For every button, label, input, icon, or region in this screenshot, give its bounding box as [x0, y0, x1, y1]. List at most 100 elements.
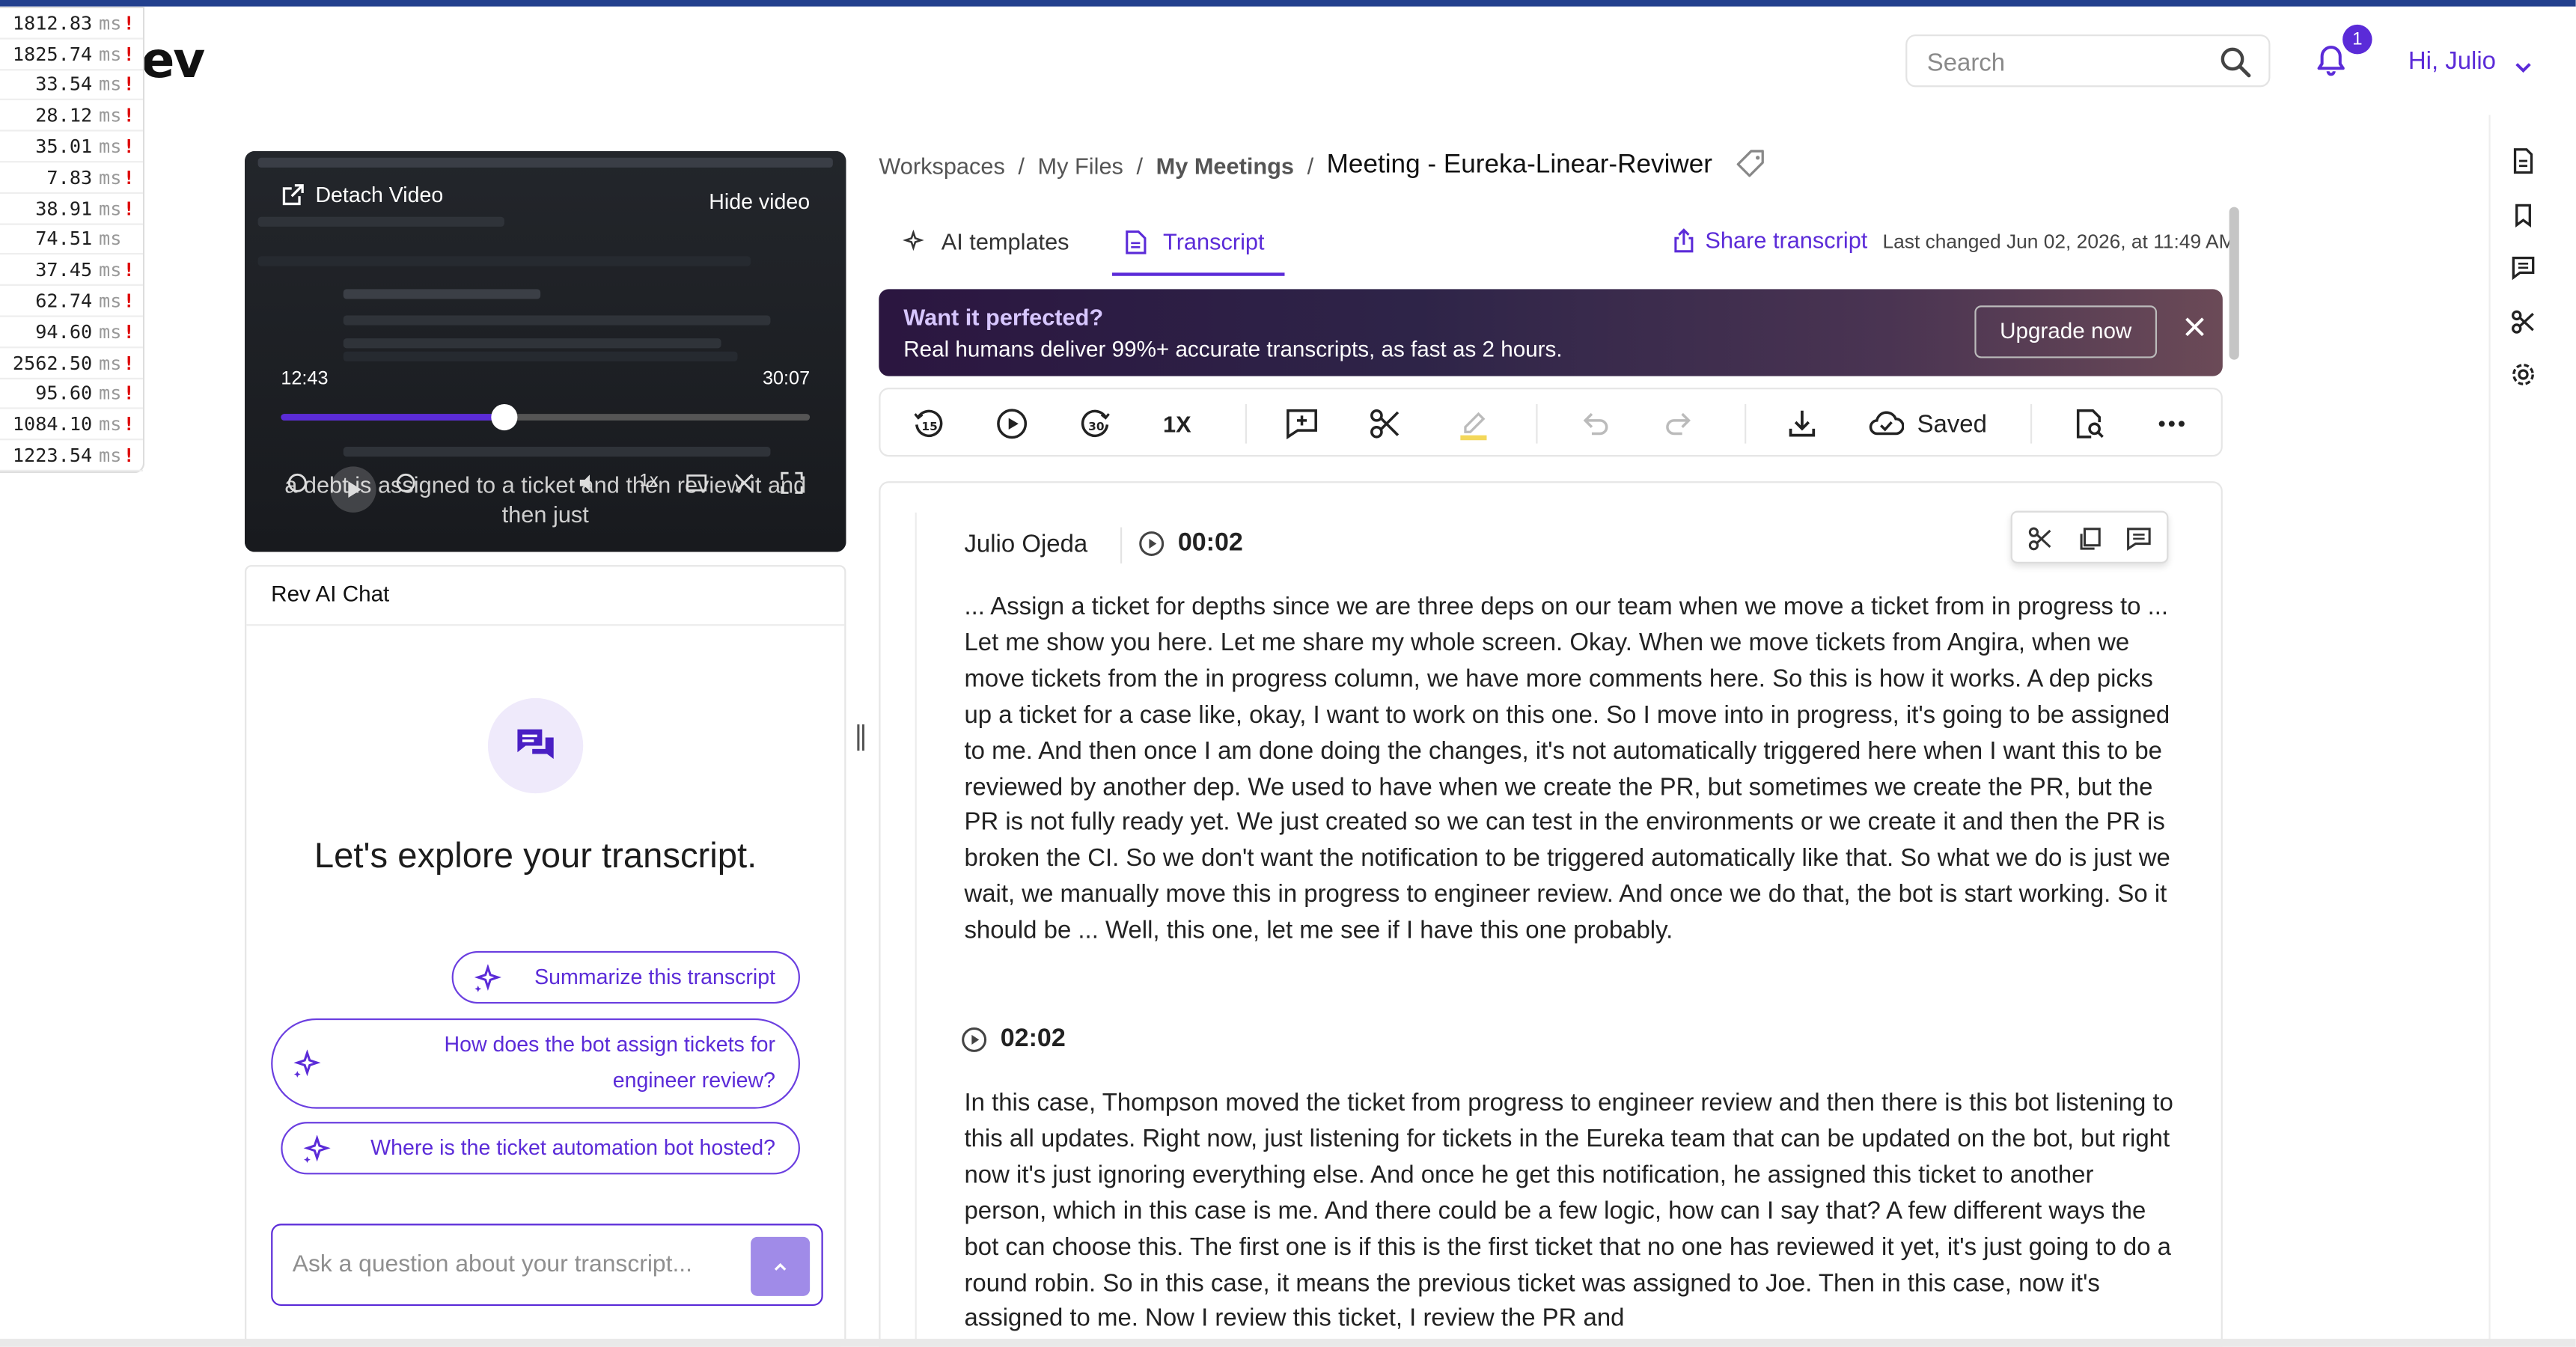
perf-row: 38.91 ms!	[0, 194, 143, 224]
video-seek-handle[interactable]	[491, 403, 518, 431]
fullscreen-icon[interactable]	[781, 471, 804, 495]
transcript-paragraph[interactable]: In this case, Thompson moved the ticket …	[964, 1086, 2179, 1338]
hide-video-button[interactable]: Hide video	[709, 189, 810, 213]
suggestion-summarize[interactable]: Summarize this transcript	[451, 950, 800, 1004]
perf-unit: ms	[99, 227, 122, 251]
video-scissors-icon[interactable]	[733, 471, 756, 495]
gear-icon[interactable]	[2510, 361, 2536, 396]
play-icon[interactable]	[995, 407, 1028, 440]
volume-icon[interactable]	[576, 471, 599, 495]
suggestion-label: Where is the ticket automation bot hoste…	[370, 1134, 776, 1160]
search-box[interactable]: Search	[1905, 34, 2271, 88]
suggestion-bot-hosted[interactable]: Where is the ticket automation bot hoste…	[281, 1122, 800, 1175]
forward-icon[interactable]	[394, 471, 418, 495]
user-menu[interactable]: Hi, Julio	[2408, 48, 2496, 76]
rewind-15-icon[interactable]: 15	[912, 407, 944, 440]
breadcrumb-workspaces[interactable]: Workspaces	[879, 153, 1005, 179]
chat-input-placeholder: Ask a question about your transcript...	[292, 1251, 692, 1278]
search-icon[interactable]	[2219, 46, 2252, 87]
perf-flag: !	[123, 135, 135, 158]
play-icon[interactable]	[330, 466, 376, 513]
segment-timestamp[interactable]: 02:02	[961, 1025, 1066, 1055]
perf-row: 2562.50 ms!	[0, 348, 143, 379]
perf-value: 74.51	[35, 227, 93, 251]
tag-icon[interactable]	[1736, 147, 1768, 184]
play-circle-icon	[1139, 531, 1165, 557]
svg-text:30: 30	[1088, 420, 1104, 433]
page-title[interactable]: Meeting - Eureka-Linear-Reviwer	[1327, 151, 1712, 181]
saved-status[interactable]: Saved	[1868, 407, 1987, 440]
copy-icon[interactable]	[2076, 525, 2102, 560]
resize-handle-icon[interactable]	[856, 723, 866, 760]
comment-icon[interactable]	[2510, 254, 2536, 289]
redo-icon[interactable]	[1662, 407, 1695, 440]
rewind-icon[interactable]	[286, 471, 309, 495]
sparkle-icon	[903, 230, 924, 251]
speed-button[interactable]: 1X	[1163, 407, 1191, 440]
upgrade-now-button[interactable]: Upgrade now	[1974, 305, 2158, 358]
tab-ai-templates[interactable]: AI templates	[902, 207, 1069, 276]
breadcrumb-separator: /	[1307, 153, 1314, 180]
perf-value: 95.60	[35, 382, 93, 405]
chat-input[interactable]: Ask a question about your transcript...	[271, 1224, 823, 1307]
undo-icon[interactable]	[1578, 407, 1611, 440]
perf-flag: !	[123, 165, 135, 189]
download-icon[interactable]	[1786, 407, 1819, 440]
video-player[interactable]: Detach Video Hide video 12:43 30:07 a de…	[245, 150, 846, 552]
detach-video-button[interactable]: Detach Video	[281, 183, 443, 207]
perf-value: 2562.50	[12, 350, 93, 374]
perf-timing-overlay: 1812.83 ms! 1825.74 ms! 33.54 ms! 28.12 ms! 35.0…	[0, 6, 145, 474]
bookmark-icon[interactable]	[2510, 202, 2536, 236]
scissors-icon[interactable]	[2027, 525, 2054, 560]
perf-row: 94.60 ms!	[0, 317, 143, 348]
breadcrumb-separator: /	[1018, 153, 1025, 180]
perf-row: 35.01 ms!	[0, 132, 143, 163]
top-accent-stripe	[0, 0, 2576, 7]
notification-bell-icon[interactable]	[2313, 43, 2349, 87]
perf-value: 1825.74	[12, 42, 93, 66]
segment-timestamp[interactable]: 00:02	[1138, 529, 1243, 559]
perf-flag: !	[123, 73, 135, 97]
more-options-icon[interactable]	[2155, 407, 2188, 440]
search-input[interactable]: Search	[1927, 49, 2005, 77]
scrollbar[interactable]	[2229, 207, 2239, 360]
speaker-name[interactable]: Julio Ojeda	[964, 531, 1087, 558]
find-in-document-icon[interactable]	[2073, 407, 2106, 440]
send-button[interactable]	[751, 1236, 811, 1296]
forward-30-icon[interactable]: 30	[1079, 407, 1112, 440]
video-seek-bar[interactable]	[281, 403, 811, 431]
highlighter-icon[interactable]	[1456, 407, 1492, 441]
perf-value: 1084.10	[12, 412, 93, 436]
perf-flag: !	[123, 11, 135, 34]
tab-transcript[interactable]: Transcript	[1112, 207, 1284, 276]
perf-flag: !	[123, 443, 135, 467]
chevron-down-icon[interactable]	[2513, 54, 2533, 84]
perf-unit: ms	[99, 165, 122, 189]
perf-unit: ms	[99, 73, 122, 97]
perf-flag: !	[123, 42, 135, 66]
perf-unit: ms	[99, 412, 122, 436]
breadcrumb-my-meetings[interactable]: My Meetings	[1156, 153, 1294, 179]
share-transcript-button[interactable]: Share transcript	[1673, 227, 1867, 253]
share-icon	[1674, 227, 1694, 252]
add-comment-icon[interactable]	[1284, 407, 1319, 440]
perf-value: 1812.83	[12, 11, 93, 34]
scissors-icon[interactable]	[2510, 309, 2536, 343]
banner-title: Want it perfected?	[903, 304, 1104, 331]
scissors-icon[interactable]	[1368, 407, 1401, 440]
breadcrumb-my-files[interactable]: My Files	[1038, 153, 1123, 179]
document-icon[interactable]	[2510, 148, 2536, 183]
captions-icon[interactable]	[685, 471, 708, 495]
perf-unit: ms	[99, 11, 122, 34]
video-speed-button[interactable]: 1x	[635, 471, 662, 495]
document-icon	[1126, 229, 1147, 254]
transcript-paragraph[interactable]: ... Assign a ticket for depths since we …	[964, 590, 2179, 950]
divider	[1536, 403, 1538, 444]
video-current-time: 12:43	[281, 369, 329, 390]
suggestion-bot-assign[interactable]: How does the bot assign tickets for engi…	[271, 1018, 800, 1109]
comment-icon[interactable]	[2125, 525, 2152, 560]
perf-row: 28.12 ms!	[0, 101, 143, 132]
rev-logo[interactable]: ev	[141, 33, 205, 91]
close-icon[interactable]	[2183, 315, 2206, 346]
divider	[1245, 403, 1248, 444]
